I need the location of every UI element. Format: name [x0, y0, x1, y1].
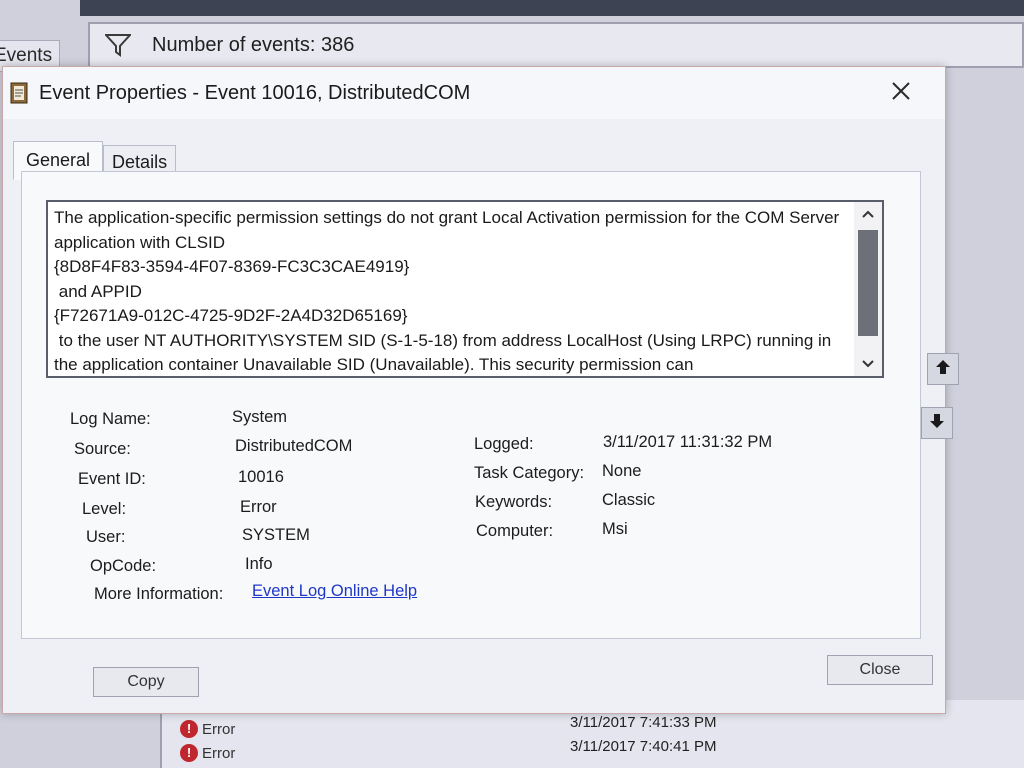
arrow-up-icon: [934, 358, 952, 381]
keywords-value: Classic: [602, 491, 656, 509]
field-label: Source:: [74, 440, 131, 458]
list-item[interactable]: ! Error: [180, 720, 235, 738]
event-time: 3/11/2017 7:41:33 PM: [570, 714, 717, 731]
logged-value: 3/11/2017 11:31:32 PM: [603, 433, 773, 451]
field-label: Logged:: [474, 435, 534, 453]
events-tab-label: Events: [0, 45, 53, 66]
event-count-text: Number of events: 386: [152, 33, 355, 56]
error-icon: !: [180, 720, 198, 738]
general-panel: The application-specific permission sett…: [21, 171, 921, 639]
opcode-value: Info: [245, 555, 273, 573]
more-info-label: More Information:: [94, 585, 224, 603]
dialog-title-bar[interactable]: Event Properties - Event 10016, Distribu…: [3, 67, 945, 119]
next-event-button[interactable]: [921, 407, 953, 439]
field-label: Log Name:: [70, 410, 151, 428]
field-label: Level:: [82, 500, 127, 518]
scrollbar-thumb[interactable]: [858, 230, 878, 336]
log-name-value: System: [232, 408, 288, 426]
event-log-online-help-link[interactable]: Event Log Online Help: [252, 582, 417, 601]
dialog-title: Event Properties - Event 10016, Distribu…: [39, 81, 471, 104]
arrow-down-icon: [928, 412, 946, 435]
event-level: Error: [202, 744, 236, 762]
event-time: 3/11/2017 7:40:41 PM: [570, 738, 717, 755]
field-label: OpCode:: [90, 557, 157, 575]
field-label: Keywords:: [475, 493, 553, 511]
user-value: SYSTEM: [242, 526, 310, 544]
filter-icon[interactable]: [98, 33, 138, 57]
scroll-up-icon[interactable]: [861, 208, 875, 220]
event-description: The application-specific permission sett…: [54, 208, 840, 374]
previous-event-button[interactable]: [927, 353, 959, 385]
close-button[interactable]: Close: [827, 655, 933, 685]
copy-button[interactable]: Copy: [93, 667, 199, 697]
task-category-value: None: [602, 462, 642, 480]
field-label: Task Category:: [474, 464, 585, 482]
event-properties-dialog: Event Properties - Event 10016, Distribu…: [2, 66, 959, 714]
error-icon: !: [180, 744, 198, 762]
background-window-frame: [80, 0, 1024, 16]
filter-bar: Number of events: 386: [88, 22, 1024, 68]
field-label: Event ID:: [78, 470, 146, 488]
list-item[interactable]: ! Error: [180, 744, 235, 762]
close-icon[interactable]: [887, 77, 915, 105]
scroll-down-icon[interactable]: [861, 358, 875, 370]
description-scrollbar[interactable]: [854, 202, 882, 376]
event-id-value: 10016: [238, 468, 284, 486]
source-value: DistributedCOM: [235, 437, 353, 455]
event-description-box[interactable]: The application-specific permission sett…: [46, 200, 884, 378]
computer-value: Msi: [602, 520, 628, 538]
event-level: Error: [202, 720, 236, 738]
level-value: Error: [240, 498, 277, 516]
event-log-icon: [9, 82, 29, 104]
field-label: User:: [86, 528, 126, 546]
field-label: Computer:: [476, 522, 554, 540]
